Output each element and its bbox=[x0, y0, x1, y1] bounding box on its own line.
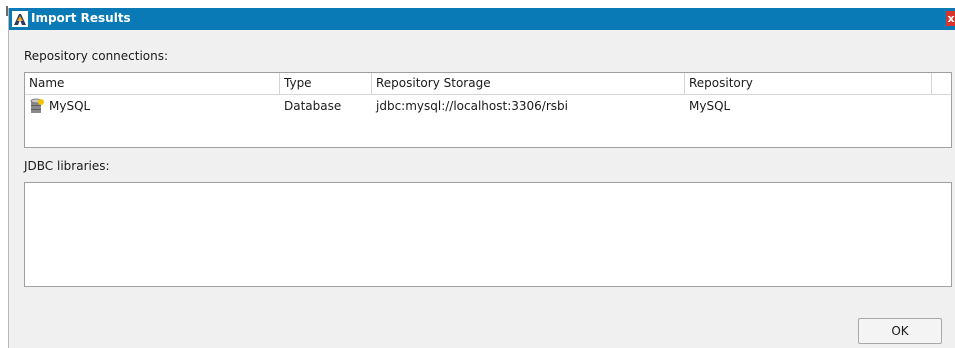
table-header: Name Type Repository Storage Repository bbox=[25, 73, 951, 95]
repository-connections-label: Repository connections: bbox=[24, 49, 169, 63]
cell-storage: jdbc:mysql://localhost:3306/rsbi bbox=[376, 99, 568, 113]
import-results-dialog: Import Results x Repository connections:… bbox=[8, 8, 955, 348]
close-icon: x bbox=[947, 12, 955, 25]
title-bar[interactable]: Import Results x bbox=[9, 8, 955, 30]
window-title: Import Results bbox=[31, 11, 131, 25]
column-header-type[interactable]: Type bbox=[280, 73, 372, 94]
database-icon bbox=[30, 98, 44, 113]
cell-name: MySQL bbox=[49, 99, 91, 113]
table-row[interactable]: MySQL Database jdbc:mysql://localhost:33… bbox=[25, 95, 951, 117]
cell-type: Database bbox=[284, 99, 342, 113]
jdbc-libraries-label: JDBC libraries: bbox=[24, 159, 110, 173]
cell-repository: MySQL bbox=[689, 99, 731, 113]
column-header-storage[interactable]: Repository Storage bbox=[372, 73, 685, 94]
column-header-name[interactable]: Name bbox=[25, 73, 280, 94]
left-edge bbox=[0, 0, 8, 348]
repository-connections-table[interactable]: Name Type Repository Storage Repository … bbox=[24, 72, 952, 148]
ok-button[interactable]: OK bbox=[858, 318, 942, 344]
close-button[interactable]: x bbox=[946, 11, 955, 26]
column-header-repository[interactable]: Repository bbox=[685, 73, 932, 94]
jdbc-libraries-list[interactable] bbox=[24, 182, 952, 287]
app-logo-icon bbox=[12, 11, 28, 27]
